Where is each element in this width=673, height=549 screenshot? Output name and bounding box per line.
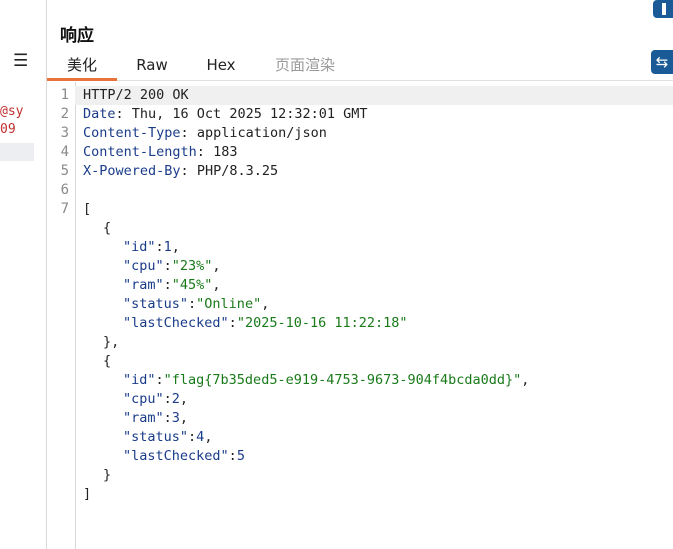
tab-pretty[interactable]: 美化	[47, 52, 117, 81]
code-line: }	[103, 466, 673, 485]
json-key: "ram"	[123, 410, 164, 426]
code-line: ]	[83, 485, 673, 504]
tab-render[interactable]: 页面渲染	[265, 52, 345, 80]
line-number: 4	[60, 144, 69, 160]
json-brace: {	[103, 220, 112, 236]
json-key: "id"	[123, 239, 156, 255]
code-line: "cpu":2,	[123, 391, 189, 407]
selected-row[interactable]	[0, 143, 34, 161]
header-name: Date	[83, 106, 116, 122]
code-line: {	[103, 352, 673, 371]
code-line: "lastChecked":5	[123, 448, 245, 464]
json-key: "status"	[123, 429, 189, 445]
code-line: "status":4,	[123, 429, 213, 445]
code-line: "status":"Online",	[123, 296, 270, 312]
json-value: 5	[236, 448, 245, 464]
json-value: 2	[171, 391, 180, 407]
code-line: "cpu":"23%",	[123, 258, 221, 274]
json-value: "23%"	[171, 258, 213, 274]
code-line: Content-Length: 183	[83, 144, 238, 160]
json-key: "lastChecked"	[123, 315, 229, 331]
code-line: "id":"flag{7b35ded5-e919-4753-9673-904f4…	[123, 372, 530, 388]
code-line: },	[103, 333, 673, 352]
code-line: {	[103, 219, 673, 238]
json-brace: },	[103, 334, 120, 350]
line-number: 6	[60, 182, 69, 198]
request-list-fragment[interactable]: 09	[0, 121, 16, 139]
json-key: "id"	[123, 372, 156, 388]
json-key: "ram"	[123, 277, 164, 293]
tab-raw[interactable]: Raw	[123, 52, 181, 80]
code-line: HTTP/2 200 OK	[75, 86, 673, 105]
line-number: 7	[60, 201, 69, 217]
json-brace: }	[103, 467, 112, 483]
json-key: "cpu"	[123, 258, 164, 274]
json-open-bracket: [	[83, 201, 92, 217]
code-line: "ram":"45%",	[123, 277, 221, 293]
json-key: "lastChecked"	[123, 448, 229, 464]
code-line: "id":1,	[123, 239, 180, 255]
json-value: "Online"	[196, 296, 262, 312]
code-line: "lastChecked":"2025-10-16 11:22:18"	[123, 315, 408, 331]
json-value: "flag{7b35ded5-e919-4753-9673-904f4bcda0…	[163, 372, 522, 388]
panel-toggle-button[interactable]	[653, 0, 673, 18]
menu-icon[interactable]: ☰	[13, 53, 28, 70]
header-value: application/json	[196, 125, 327, 141]
status-line: HTTP/2 200 OK	[83, 87, 189, 103]
line-number: 2	[60, 106, 69, 122]
json-value: 1	[163, 239, 172, 255]
header-value: PHP/8.3.25	[196, 163, 279, 179]
json-key: "cpu"	[123, 391, 164, 407]
header-name: Content-Length	[83, 144, 197, 160]
left-panel: ☰ @sy 09	[0, 0, 47, 549]
header-value: Thu, 16 Oct 2025 12:32:01 GMT	[131, 106, 368, 122]
json-key: "status"	[123, 296, 189, 312]
view-tabs: 美化 Raw Hex 页面渲染	[47, 52, 673, 81]
json-value: "45%"	[171, 277, 213, 293]
code-line: [	[83, 200, 673, 219]
json-value: "2025-10-16 11:22:18"	[236, 315, 408, 331]
header-name: X-Powered-By	[83, 163, 181, 179]
page-title: 响应	[60, 26, 94, 46]
request-list-fragment[interactable]: @sy	[0, 103, 23, 121]
code-line: Date: Thu, 16 Oct 2025 12:32:01 GMT	[83, 106, 368, 122]
json-brace: {	[103, 353, 112, 369]
response-editor[interactable]: 1 2 3 4 5 6 7 HTTP/2 200 OK Date: Thu, 1…	[47, 82, 673, 549]
header-value: 183	[213, 144, 238, 160]
json-value: 3	[171, 410, 180, 426]
code-line: Content-Type: application/json	[83, 125, 327, 141]
line-number-gutter: 1 2 3 4 5 6 7	[47, 82, 76, 549]
code-line: X-Powered-By: PHP/8.3.25	[83, 163, 279, 179]
json-close-bracket: ]	[83, 486, 92, 502]
tab-hex[interactable]: Hex	[193, 52, 249, 80]
line-number: 5	[60, 163, 69, 179]
line-number: 1	[60, 87, 69, 103]
code-line: "ram":3,	[123, 410, 189, 426]
header-name: Content-Type	[83, 125, 181, 141]
line-number: 3	[60, 125, 69, 141]
